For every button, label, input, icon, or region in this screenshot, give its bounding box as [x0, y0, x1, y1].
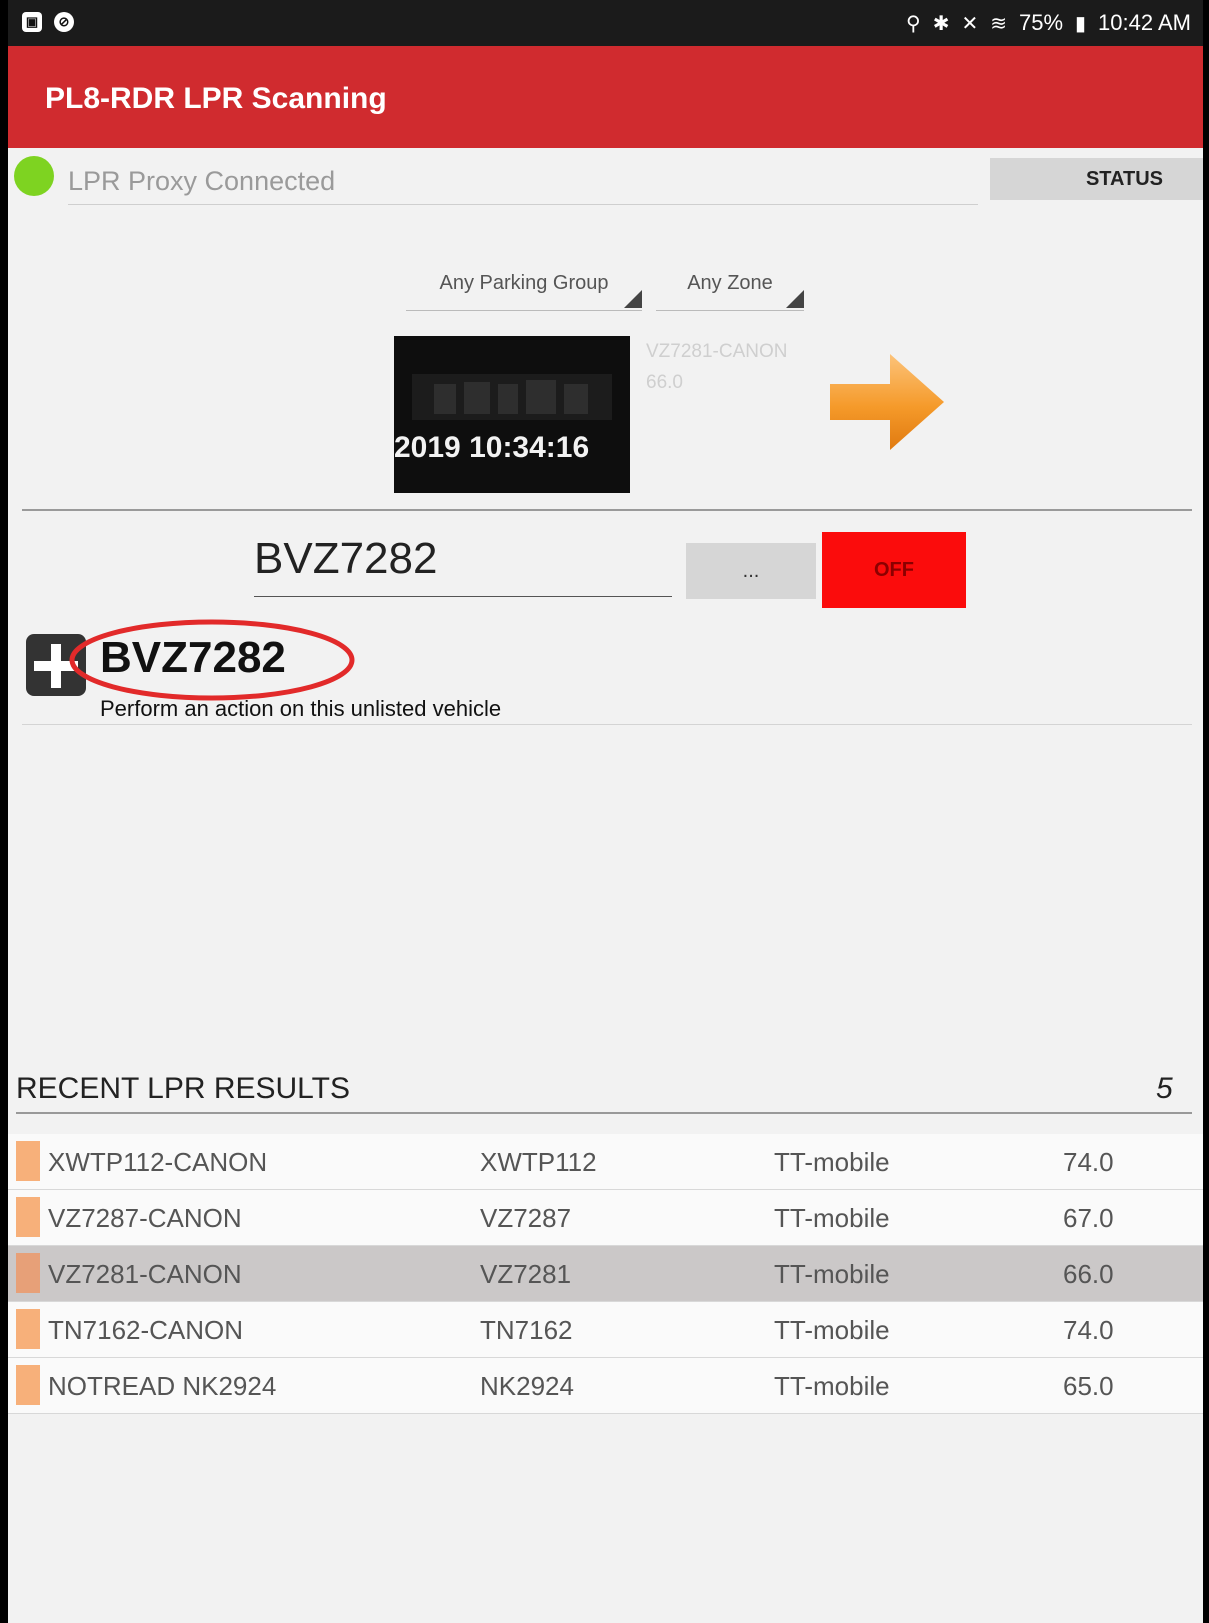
connection-status-text: LPR Proxy Connected — [68, 166, 978, 205]
result-score: 67.0 — [1063, 1203, 1114, 1233]
capture-camera-name: VZ7281-CANON — [646, 341, 788, 362]
app-bar: PL8-RDR LPR Scanning — [0, 46, 1209, 148]
dropdown-arrow-icon — [624, 290, 642, 308]
recent-results-title: RECENT LPR RESULTS — [16, 1072, 350, 1105]
result-name: VZ7287-CANON — [48, 1203, 242, 1233]
result-plate: VZ7281 — [480, 1259, 572, 1289]
recent-results-list: XWTP112-CANON XWTP112 TT-mobile 74.0 VZ7… — [8, 1134, 1203, 1414]
parking-group-value: Any Parking Group — [439, 272, 609, 294]
clock: 10:42 AM — [1098, 10, 1191, 35]
result-source: TT-mobile — [774, 1147, 890, 1177]
capture-timestamp: 2019 10:34:16 — [394, 431, 590, 464]
result-color-swatch — [16, 1365, 40, 1405]
result-name: VZ7281-CANON — [48, 1259, 242, 1289]
result-plate: NK2924 — [480, 1371, 574, 1401]
result-row[interactable]: VZ7287-CANON VZ7287 TT-mobile 67.0 — [8, 1190, 1203, 1246]
wifi-icon: ≋ — [990, 12, 1007, 35]
result-source: TT-mobile — [774, 1259, 890, 1289]
result-score: 66.0 — [1063, 1259, 1114, 1289]
battery-icon: ▮ — [1075, 12, 1087, 35]
status-button[interactable]: STATUS — [990, 158, 1205, 200]
more-options-button[interactable]: ... — [686, 543, 816, 599]
plate-input[interactable]: BVZ7282 — [254, 534, 672, 597]
scan-toggle-button[interactable]: OFF — [822, 532, 966, 608]
location-icon: ⚲ — [906, 12, 921, 35]
result-row-selected[interactable]: VZ7281-CANON VZ7281 TT-mobile 66.0 — [8, 1246, 1203, 1302]
result-row[interactable]: TN7162-CANON TN7162 TT-mobile 74.0 — [8, 1302, 1203, 1358]
result-plate: VZ7287 — [480, 1203, 572, 1233]
result-name: TN7162-CANON — [48, 1315, 244, 1345]
result-source: TT-mobile — [774, 1203, 890, 1233]
app-title: PL8-RDR LPR Scanning — [45, 82, 387, 115]
zone-value: Any Zone — [687, 272, 773, 294]
section-divider — [22, 509, 1192, 511]
result-plate: TN7162 — [480, 1315, 573, 1345]
next-arrow-icon[interactable] — [826, 350, 946, 454]
bluetooth-icon: ✱ — [932, 12, 950, 35]
recent-results-underline — [16, 1112, 1192, 1114]
connection-status-indicator — [14, 156, 54, 196]
result-score: 65.0 — [1063, 1371, 1114, 1401]
result-source: TT-mobile — [774, 1315, 890, 1345]
notification-image-icon: ▣ — [22, 12, 42, 32]
status-bar: ▣ ⊘ ⚲ ✱ ✕ ≋ 75% ▮ 10:42 AM — [0, 0, 1209, 46]
result-color-swatch — [16, 1309, 40, 1349]
zone-dropdown[interactable]: Any Zone — [656, 266, 804, 311]
battery-level: 75% — [1018, 10, 1064, 35]
result-name: NOTREAD NK2924 — [48, 1371, 277, 1401]
capture-thumbnail[interactable]: 2019 10:34:16 — [394, 336, 630, 493]
notification-blocked-icon: ⊘ — [54, 12, 74, 32]
list-separator — [22, 724, 1192, 725]
result-color-swatch — [16, 1141, 40, 1181]
result-row[interactable]: NOTREAD NK2924 NK2924 TT-mobile 65.0 — [8, 1358, 1203, 1414]
recent-results-count: 5 — [1156, 1072, 1173, 1105]
result-name: XWTP112-CANON — [48, 1147, 268, 1177]
result-row[interactable]: XWTP112-CANON XWTP112 TT-mobile 74.0 — [8, 1134, 1203, 1190]
result-score: 74.0 — [1063, 1147, 1114, 1177]
mute-icon: ✕ — [961, 12, 979, 35]
capture-score: 66.0 — [646, 372, 683, 393]
parking-group-dropdown[interactable]: Any Parking Group — [406, 266, 642, 311]
dropdown-arrow-icon — [786, 290, 804, 308]
result-color-swatch — [16, 1197, 40, 1237]
result-source: TT-mobile — [774, 1371, 890, 1401]
result-plate: XWTP112 — [480, 1147, 597, 1177]
result-score: 74.0 — [1063, 1315, 1114, 1345]
result-color-swatch — [16, 1253, 40, 1293]
annotation-circle — [69, 619, 355, 701]
